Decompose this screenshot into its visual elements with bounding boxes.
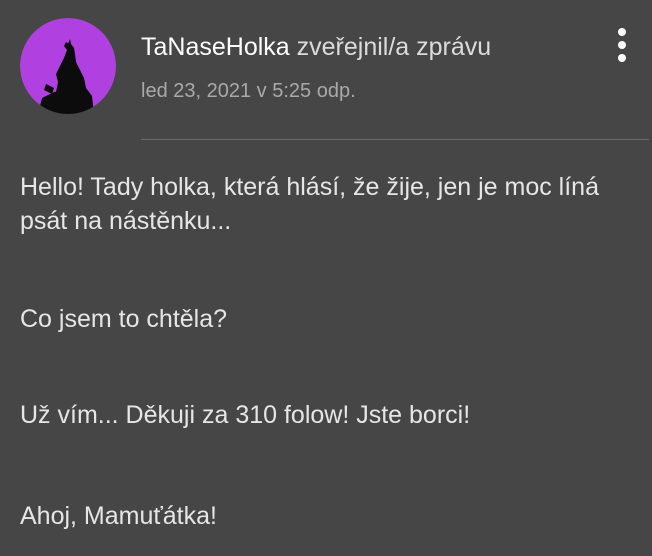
author-avatar[interactable] <box>20 18 116 114</box>
post-timestamp[interactable]: led 23, 2021 v 5:25 odp. <box>141 77 356 105</box>
post-action-text: zveřejnil/a zprávu <box>296 33 492 61</box>
howling-wolf-icon <box>20 18 116 114</box>
post-paragraph: Už vím... Děkuji za 310 folow! Jste borc… <box>20 401 471 429</box>
author-line: TaNaseHolka zveřejnil/a zprávu <box>141 30 491 64</box>
post-paragraph: Ahoj, Mamuťátka! <box>20 502 217 530</box>
post-paragraph: Co jsem to chtěla? <box>20 305 228 333</box>
post-paragraph: Hello! Tady holka, která hlásí, že žije,… <box>20 173 599 235</box>
header-divider <box>141 139 649 140</box>
author-name-link[interactable]: TaNaseHolka <box>141 33 290 61</box>
more-vertical-icon <box>618 28 626 62</box>
more-options-button[interactable] <box>606 26 638 66</box>
post-card: TaNaseHolka zveřejnil/a zprávu led 23, 2… <box>0 0 652 556</box>
